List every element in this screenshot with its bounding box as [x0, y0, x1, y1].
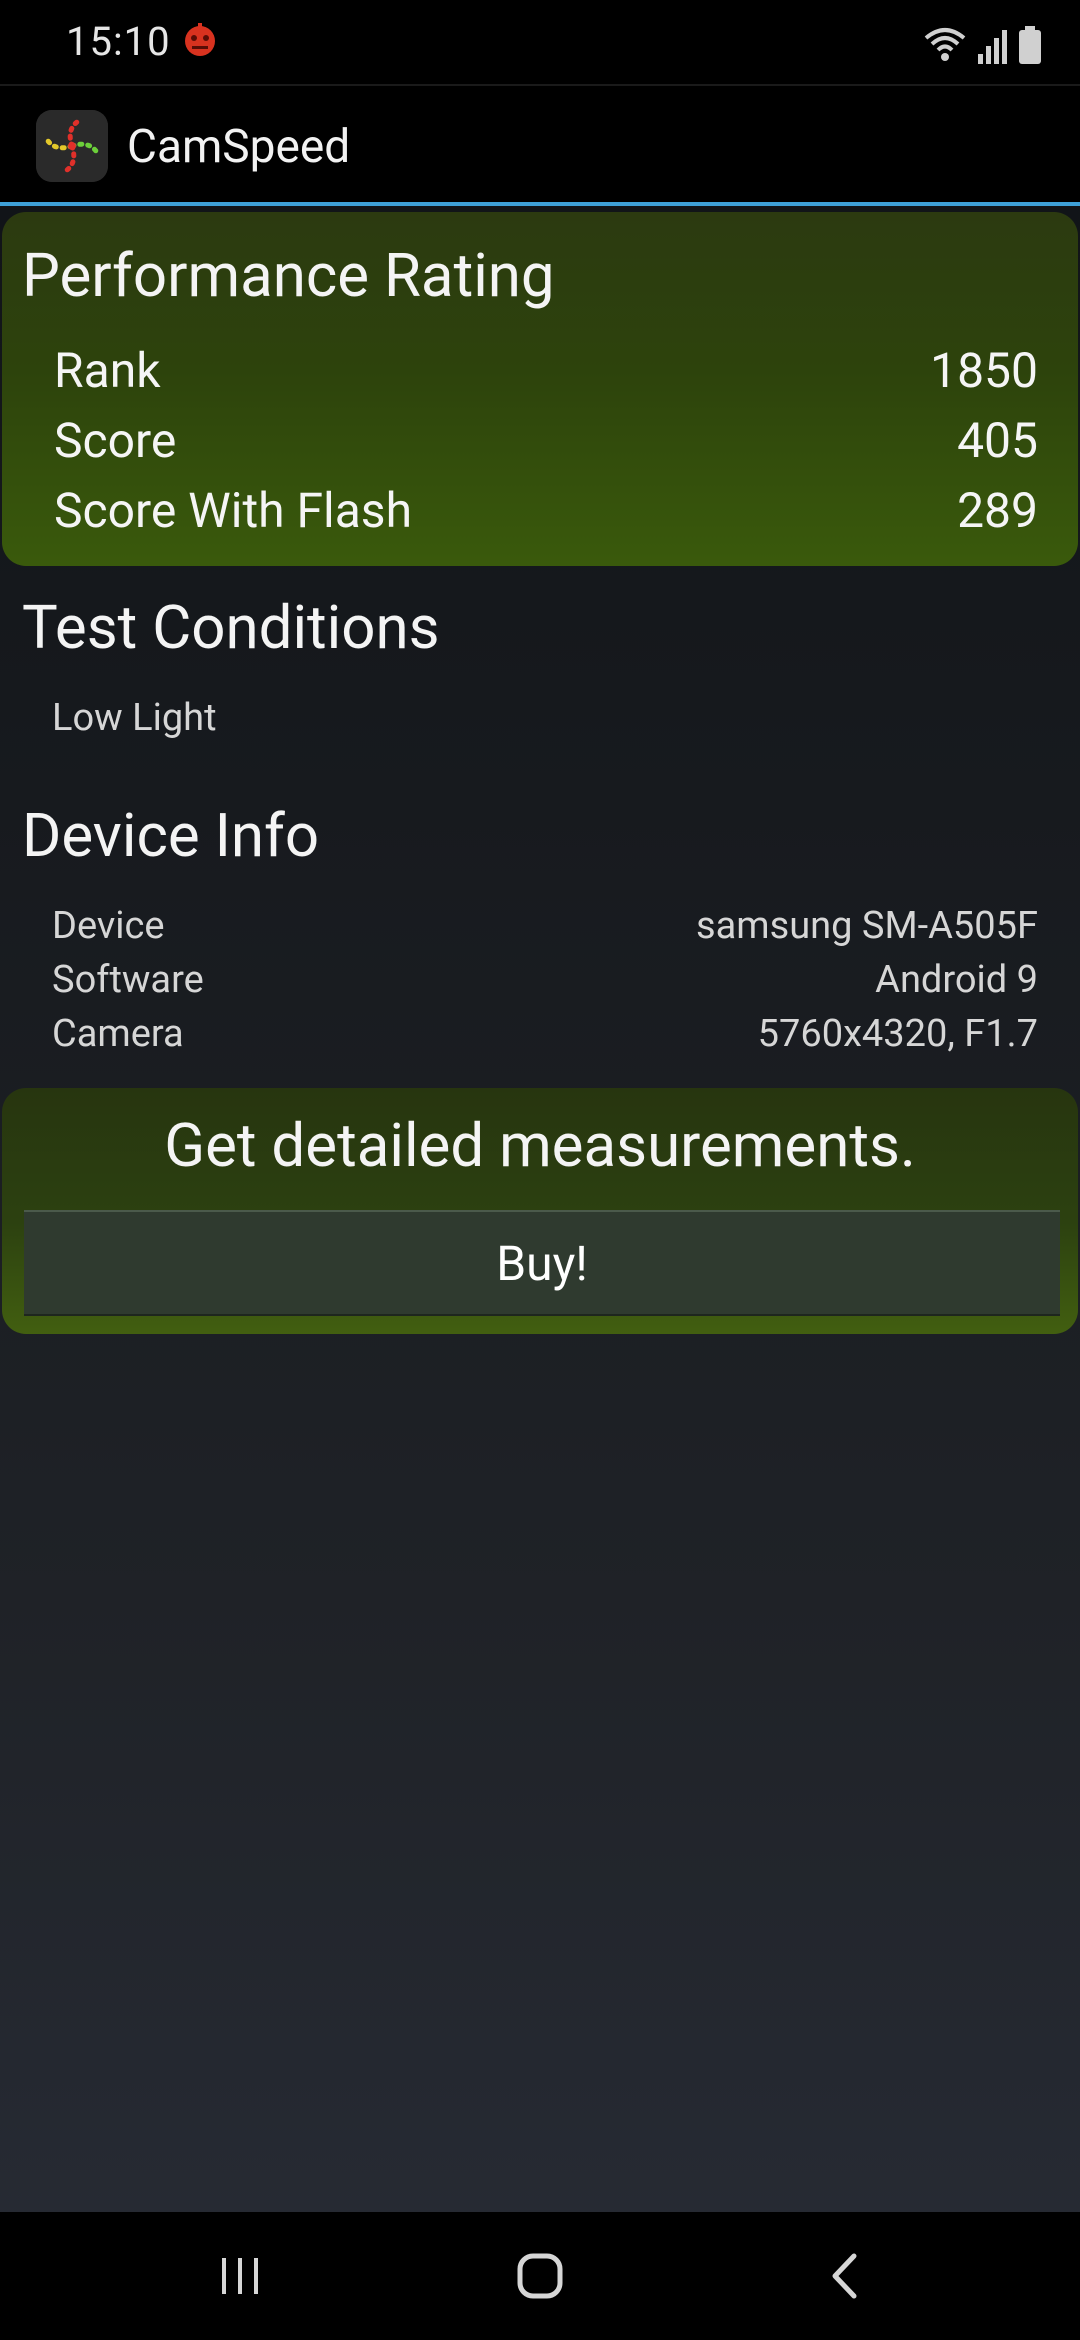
performance-card: Performance Rating Rank 1850 Score 405 S… [2, 212, 1078, 566]
signal-icon [978, 30, 1007, 64]
home-icon [517, 2253, 563, 2299]
upsell-text: Get detailed measurements. [164, 1110, 916, 1181]
back-button[interactable] [744, 2212, 944, 2340]
rank-label: Rank [54, 342, 161, 399]
app-title: CamSpeed [127, 120, 351, 174]
recent-apps-button[interactable] [140, 2212, 340, 2340]
app-bar-accent-line [0, 202, 1080, 206]
rank-row: Rank 1850 [54, 342, 1038, 404]
test-condition-row: Low Light [52, 696, 1038, 746]
score-value: 405 [957, 412, 1038, 469]
camera-row: Camera 5760x4320, F1.7 [52, 1012, 1038, 1062]
score-row: Score 405 [54, 412, 1038, 474]
back-icon [832, 2253, 857, 2299]
home-button[interactable] [440, 2212, 640, 2340]
software-label: Software [52, 958, 204, 1002]
status-icons [924, 20, 1042, 64]
status-bar: 15:10 [0, 0, 1080, 84]
screen: 15:10 CamSpeed Performance Rating Rank 1… [0, 0, 1080, 2340]
test-conditions-title: Test Conditions [22, 592, 440, 663]
status-time: 15:10 [66, 18, 171, 65]
app-bar: CamSpeed [0, 84, 1080, 204]
camspeed-app-icon [36, 110, 108, 182]
score-with-flash-label: Score With Flash [54, 482, 413, 539]
buy-button[interactable]: Buy! [24, 1210, 1060, 1316]
device-value: samsung SM-A505F [695, 904, 1038, 948]
device-row: Device samsung SM-A505F [52, 904, 1038, 954]
recent-apps-icon [222, 2258, 258, 2294]
score-label: Score [54, 412, 177, 469]
test-condition-value: Low Light [52, 696, 217, 740]
device-label: Device [52, 904, 165, 948]
camera-value: 5760x4320, F1.7 [757, 1012, 1038, 1056]
upsell-card: Get detailed measurements. Buy! [2, 1088, 1078, 1334]
score-with-flash-row: Score With Flash 289 [54, 482, 1038, 544]
wifi-icon [924, 28, 966, 61]
notification-app-icon [180, 20, 220, 60]
score-with-flash-value: 289 [957, 482, 1038, 539]
navigation-bar [0, 2212, 1080, 2340]
camera-label: Camera [52, 1012, 184, 1056]
battery-icon [1019, 26, 1041, 64]
performance-title: Performance Rating [22, 240, 555, 311]
software-value: Android 9 [875, 958, 1038, 1002]
rank-value: 1850 [930, 342, 1038, 399]
software-row: Software Android 9 [52, 958, 1038, 1008]
device-info-title: Device Info [22, 800, 320, 871]
